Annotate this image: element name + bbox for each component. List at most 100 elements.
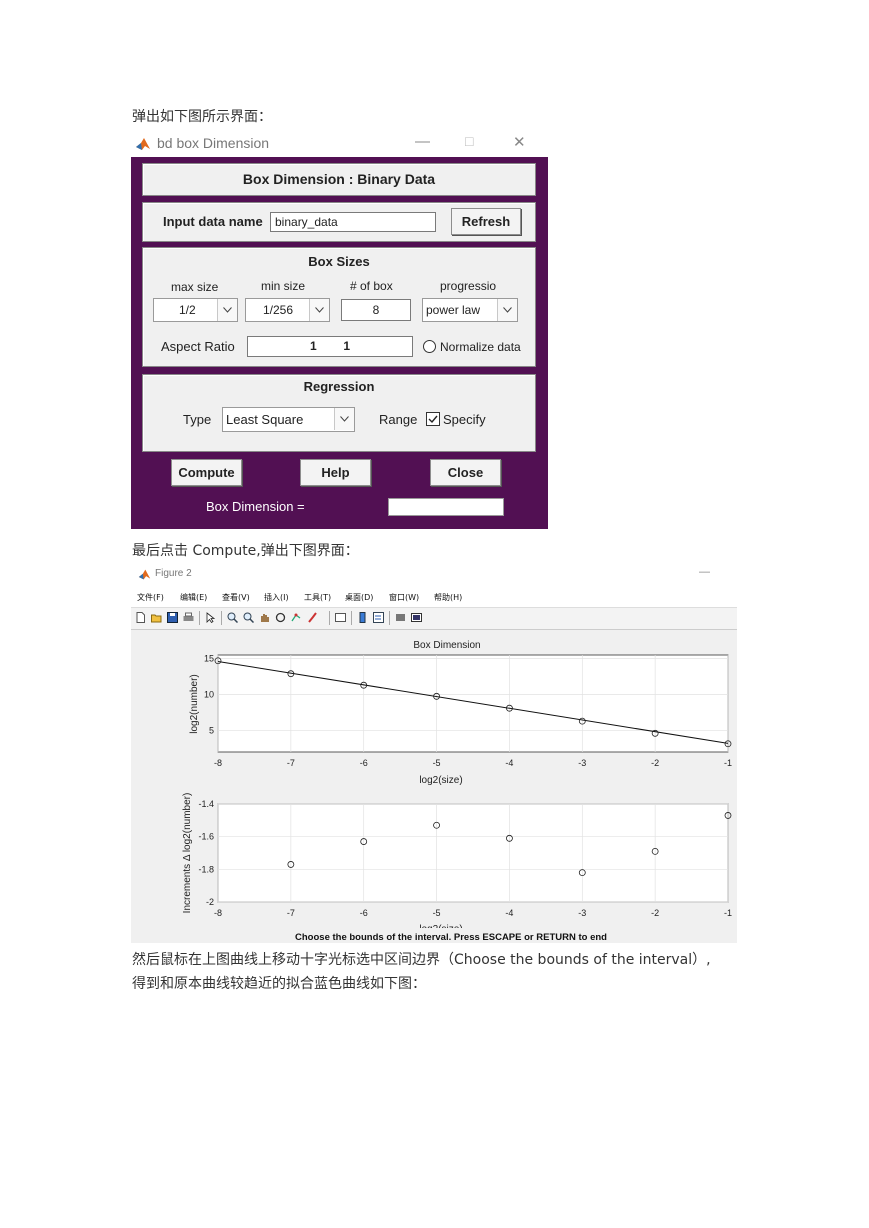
regression-panel: Regression Type Least Square Range Speci…: [142, 374, 536, 452]
menu-tools[interactable]: 工具(T): [304, 592, 331, 603]
minimize-button[interactable]: —: [415, 133, 430, 150]
input-data-field[interactable]: binary_data: [270, 212, 436, 232]
progression-dropdown[interactable]: power law: [422, 298, 518, 322]
type-dropdown[interactable]: Least Square: [222, 407, 355, 432]
new-figure-icon[interactable]: [135, 612, 146, 623]
normalize-radio[interactable]: [423, 340, 436, 353]
box-sizes-panel: Box Sizes max size min size # of box pro…: [142, 247, 536, 367]
x-tick-label: -3: [578, 758, 586, 768]
matlab-logo-icon: [135, 136, 151, 152]
specify-checkbox[interactable]: [426, 412, 440, 426]
menu-edit[interactable]: 编辑(E): [180, 592, 207, 603]
zoom-out-icon[interactable]: [243, 612, 254, 623]
num-box-field[interactable]: 8: [341, 299, 411, 321]
x-tick-label: -1: [724, 908, 732, 918]
explain-paragraph-line-1: 然后鼠标在上图曲线上移动十字光标选中区间边界（Choose the bounds…: [132, 952, 711, 968]
input-data-label: Input data name: [163, 214, 263, 229]
menu-help[interactable]: 帮助(H): [434, 592, 462, 603]
print-icon[interactable]: [183, 612, 194, 623]
x-tick-label: -6: [360, 758, 368, 768]
show-tools-icon[interactable]: [411, 612, 422, 623]
input-panel: Input data name binary_data Refresh: [142, 202, 536, 242]
min-size-dropdown[interactable]: 1/256: [245, 298, 330, 322]
x-tick-label: -7: [287, 908, 295, 918]
range-label: Range: [379, 412, 418, 427]
x-tick-label: -5: [433, 908, 441, 918]
chevron-down-icon: [309, 299, 329, 321]
brush-icon[interactable]: [307, 612, 318, 623]
box-dimension-dialog: bd box Dimension — □ ✕ Box Dimension : B…: [131, 131, 548, 529]
hide-tools-icon[interactable]: [395, 612, 406, 623]
progression-value: power law: [426, 303, 481, 317]
x-tick-label: -5: [433, 758, 441, 768]
open-file-icon[interactable]: [151, 612, 162, 623]
chart-title: Box Dimension: [413, 640, 480, 651]
max-size-dropdown[interactable]: 1/2: [153, 298, 238, 322]
checkmark-icon: [428, 415, 438, 424]
menu-window[interactable]: 窗口(W): [389, 592, 419, 603]
x-tick-label: -2: [651, 908, 659, 918]
dialog-header: Box Dimension : Binary Data: [242, 171, 436, 187]
zoom-in-icon[interactable]: [227, 612, 238, 623]
refresh-button[interactable]: Refresh: [451, 208, 521, 235]
x-tick-label: -8: [214, 758, 222, 768]
menu-file[interactable]: 文件(F): [137, 592, 164, 603]
chevron-down-icon: [334, 408, 354, 430]
header-panel: Box Dimension : Binary Data: [142, 163, 536, 196]
specify-label: Specify: [443, 412, 486, 427]
y-tick-label: -2: [206, 897, 214, 907]
plot-2-ylabel: Increments Δ log2(number): [182, 793, 193, 914]
progression-label: progressio: [440, 279, 497, 293]
aspect-ratio-field[interactable]: 1 1: [247, 336, 413, 357]
y-tick-label: 10: [204, 690, 214, 700]
max-size-label: max size: [171, 280, 219, 294]
chevron-down-icon: [217, 299, 237, 321]
type-label: Type: [183, 412, 212, 427]
pointer-icon[interactable]: [205, 612, 216, 623]
x-tick-label: -8: [214, 908, 222, 918]
y-tick-label: -1.8: [198, 864, 214, 874]
legend-icon[interactable]: [373, 612, 384, 623]
dialog-title: bd box Dimension: [157, 135, 270, 151]
y-tick-label: -1.4: [198, 799, 214, 809]
compute-paragraph: 最后点击 Compute,弹出下图界面：: [132, 543, 359, 559]
y-tick-label: 5: [209, 725, 214, 735]
menu-insert[interactable]: 插入(I): [264, 592, 289, 603]
x-tick-label: -3: [578, 908, 586, 918]
compute-button[interactable]: Compute: [171, 459, 242, 486]
figure-window: Figure 2 — 文件(F) 编辑(E) 查看(V) 插入(I) 工具(T)…: [131, 563, 737, 943]
x-tick-label: -2: [651, 758, 659, 768]
save-icon[interactable]: [167, 612, 178, 623]
data-cursor-icon[interactable]: [291, 612, 302, 623]
min-size-value: 1/256: [263, 303, 294, 317]
dialog-titlebar: bd box Dimension — □ ✕: [131, 131, 548, 157]
x-tick-label: -1: [724, 758, 732, 768]
link-icon[interactable]: [335, 612, 346, 623]
intro-paragraph: 弹出如下图所示界面：: [132, 109, 272, 125]
maximize-button[interactable]: □: [465, 133, 473, 149]
plot-1-ylabel: log2(number): [189, 674, 200, 733]
help-button[interactable]: Help: [300, 459, 371, 486]
matlab-logo-icon: [138, 568, 151, 581]
y-tick-label: 15: [204, 654, 214, 664]
y-tick-label: -1.6: [198, 832, 214, 842]
close-button[interactable]: Close: [430, 459, 501, 486]
num-box-label: # of box: [350, 279, 393, 293]
x-tick-label: -4: [505, 908, 513, 918]
menu-desktop[interactable]: 桌面(D): [345, 592, 373, 603]
min-size-label: min size: [261, 279, 306, 293]
figure-titlebar: Figure 2 —: [131, 563, 737, 587]
x-tick-label: -6: [360, 908, 368, 918]
close-window-button[interactable]: ✕: [513, 133, 526, 151]
figure-title: Figure 2: [155, 568, 192, 579]
colorbar-icon[interactable]: [357, 612, 368, 623]
pan-icon[interactable]: [259, 612, 270, 623]
menu-view[interactable]: 查看(V): [222, 592, 250, 603]
figure-minimize-button[interactable]: —: [699, 566, 710, 578]
figure-plot-area[interactable]: Box Dimension -8 -7 -6 -5 -4 -3 -2 -1 5 10 15 log2…: [131, 628, 737, 943]
chevron-down-icon: [497, 299, 517, 321]
box-sizes-title: Box Sizes: [308, 254, 370, 269]
plot-1-axes: [217, 654, 729, 753]
rotate-icon[interactable]: [275, 612, 286, 623]
box-dimension-result: [388, 498, 504, 516]
